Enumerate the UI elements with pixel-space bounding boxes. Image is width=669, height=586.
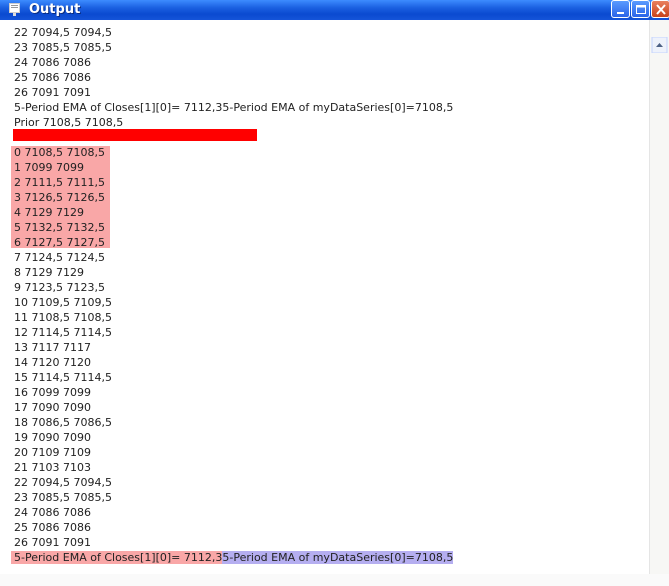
output-line: 19 7090 7090 [14, 431, 91, 444]
output-line: 10 7109,5 7109,5 [14, 296, 112, 309]
output-line: 17 7090 7090 [14, 401, 91, 414]
output-line: 8 7129 7129 [14, 266, 84, 279]
output-line: 26 7091 7091 [14, 536, 91, 549]
maximize-button[interactable] [631, 0, 650, 18]
output-line: 25 7086 7086 [14, 71, 91, 84]
output-line: 23 7085,5 7085,5 [14, 491, 112, 504]
maximize-icon [636, 5, 646, 14]
horizontal-scrollbar[interactable] [0, 574, 669, 586]
output-line: 11 7108,5 7108,5 [14, 311, 112, 324]
output-line: 16 7099 7099 [14, 386, 91, 399]
output-line: 21 7103 7103 [14, 461, 91, 474]
output-line-highlighted: 3 7126,5 7126,5 [14, 191, 105, 204]
last-line-part-red: 5-Period EMA of Closes[1][0]= 7112,3 [11, 551, 223, 564]
output-line: 22 7094,5 7094,5 [14, 26, 112, 39]
minimize-button[interactable] [611, 0, 630, 18]
output-line: 22 7094,5 7094,5 [14, 476, 112, 489]
output-line: 26 7091 7091 [14, 86, 91, 99]
output-line: 24 7086 7086 [14, 506, 91, 519]
output-line: 12 7114,5 7114,5 [14, 326, 112, 339]
output-line: 5-Period EMA of Closes[1][0]= 7112,35-Pe… [14, 101, 454, 114]
close-icon [656, 4, 666, 15]
last-line-part-purple: 5-Period EMA of myDataSeries[0]=7108,5 [222, 551, 454, 564]
vertical-scrollbar[interactable] [649, 20, 669, 586]
output-line: Prior 7108,5 7108,5 [14, 116, 124, 129]
output-line-highlighted: 5 7132,5 7132,5 [14, 221, 105, 234]
output-window: Output 22 7094,5 7094,5 23 7085,5 7085,5… [0, 0, 669, 586]
output-line: 20 7109 7109 [14, 446, 91, 459]
scroll-up-arrow-icon[interactable] [649, 37, 669, 53]
output-line-highlighted: 0 7108,5 7108,5 [14, 146, 105, 159]
output-line: 9 7123,5 7123,5 [14, 281, 105, 294]
output-line: 25 7086 7086 [14, 521, 91, 534]
output-line: 15 7114,5 7114,5 [14, 371, 112, 384]
output-line: 14 7120 7120 [14, 356, 91, 369]
output-line: 7 7124,5 7124,5 [14, 251, 105, 264]
output-window-icon [9, 3, 20, 16]
output-line: 24 7086 7086 [14, 56, 91, 69]
output-line-highlighted: 4 7129 7129 [14, 206, 84, 219]
output-line-highlighted: 6 7127,5 7127,5 [14, 236, 105, 249]
close-button[interactable] [651, 0, 669, 18]
output-line: 18 7086,5 7086,5 [14, 416, 112, 429]
last-output-line: 5-Period EMA of Closes[1][0]= 7112,35-Pe… [11, 550, 454, 565]
window-title: Output [29, 2, 81, 17]
title-bar[interactable]: Output [0, 0, 669, 20]
output-line-highlighted: 2 7111,5 7111,5 [14, 176, 105, 189]
output-line: 23 7085,5 7085,5 [14, 41, 112, 54]
red-separator-bar [13, 129, 257, 141]
minimize-icon [617, 12, 624, 14]
output-line-highlighted: 1 7099 7099 [14, 161, 84, 174]
output-line: 13 7117 7117 [14, 341, 91, 354]
